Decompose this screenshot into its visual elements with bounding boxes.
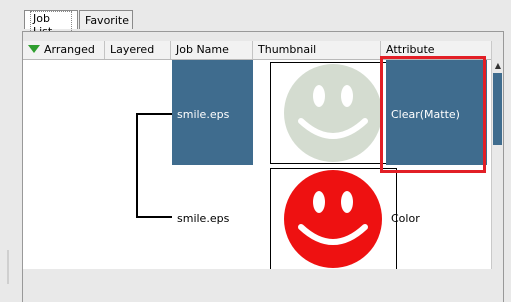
column-header-job-name-label: Job Name <box>176 43 229 56</box>
column-header-arranged[interactable]: Arranged <box>23 41 105 59</box>
vertical-scrollbar[interactable]: ▲ <box>491 41 503 269</box>
tab-favorite[interactable]: Favorite <box>79 10 133 29</box>
smiley-clear-icon <box>284 64 382 162</box>
column-header-thumbnail-label: Thumbnail <box>258 43 317 56</box>
tree-connector-top <box>136 113 172 115</box>
column-header-layered[interactable]: Layered <box>105 41 171 59</box>
table-row-1-job-name: smile.eps <box>177 108 230 121</box>
table-row-2-attribute: Color <box>391 212 420 225</box>
tree-connector-bottom <box>136 216 172 218</box>
panel-bottom <box>23 269 503 302</box>
column-header-attribute-label: Attribute <box>386 43 435 56</box>
column-header-arranged-label: Arranged <box>44 43 95 56</box>
column-header-layered-label: Layered <box>110 43 155 56</box>
scrollbar-thumb[interactable] <box>493 73 502 145</box>
smiley-red-icon <box>284 170 382 268</box>
attribute-highlight-box <box>380 56 486 173</box>
tree-connector-vertical <box>136 113 138 217</box>
arrow-down-icon <box>28 45 40 53</box>
table-row-1-thumbnail[interactable] <box>270 62 397 164</box>
tab-job-list[interactable]: Job List <box>24 10 78 39</box>
scroll-up-arrow-icon[interactable]: ▲ <box>493 61 503 71</box>
table-row-2-job-name: smile.eps <box>177 212 230 225</box>
table-row-2-thumbnail[interactable] <box>270 168 397 270</box>
tab-favorite-label: Favorite <box>85 14 129 27</box>
window-edge <box>7 250 9 284</box>
column-header-job-name[interactable]: Job Name <box>171 41 253 59</box>
column-header-thumbnail[interactable]: Thumbnail <box>253 41 381 59</box>
